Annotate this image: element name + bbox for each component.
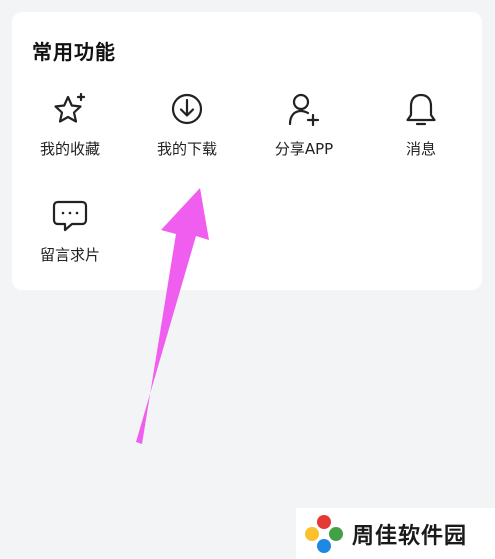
function-item-downloads[interactable]: 我的下载	[129, 90, 245, 159]
star-sparkle-icon	[50, 90, 90, 130]
function-label: 我的下载	[156, 140, 217, 158]
watermark: 周佳软件园	[296, 508, 495, 559]
function-label: 我的收藏	[39, 140, 100, 158]
chat-bubble-icon	[50, 196, 90, 236]
function-item-favorites[interactable]: 我的收藏	[12, 90, 128, 159]
function-item-share-app[interactable]: 分享APP	[246, 90, 362, 159]
download-icon	[167, 90, 207, 130]
function-label: 留言求片	[39, 246, 100, 264]
function-label: 分享APP	[274, 140, 334, 158]
common-functions-card: 常用功能 我的收藏 我的下载 分享APP 消息 留言求片	[12, 12, 482, 290]
bell-icon	[401, 90, 441, 130]
watermark-text: 周佳软件园	[352, 523, 468, 549]
pinwheel-logo	[302, 512, 346, 556]
section-title: 常用功能	[32, 40, 116, 64]
function-label: 消息	[405, 140, 436, 158]
function-item-request-movie[interactable]: 留言求片	[12, 196, 128, 265]
add-user-icon	[284, 90, 324, 130]
function-item-messages[interactable]: 消息	[363, 90, 479, 159]
